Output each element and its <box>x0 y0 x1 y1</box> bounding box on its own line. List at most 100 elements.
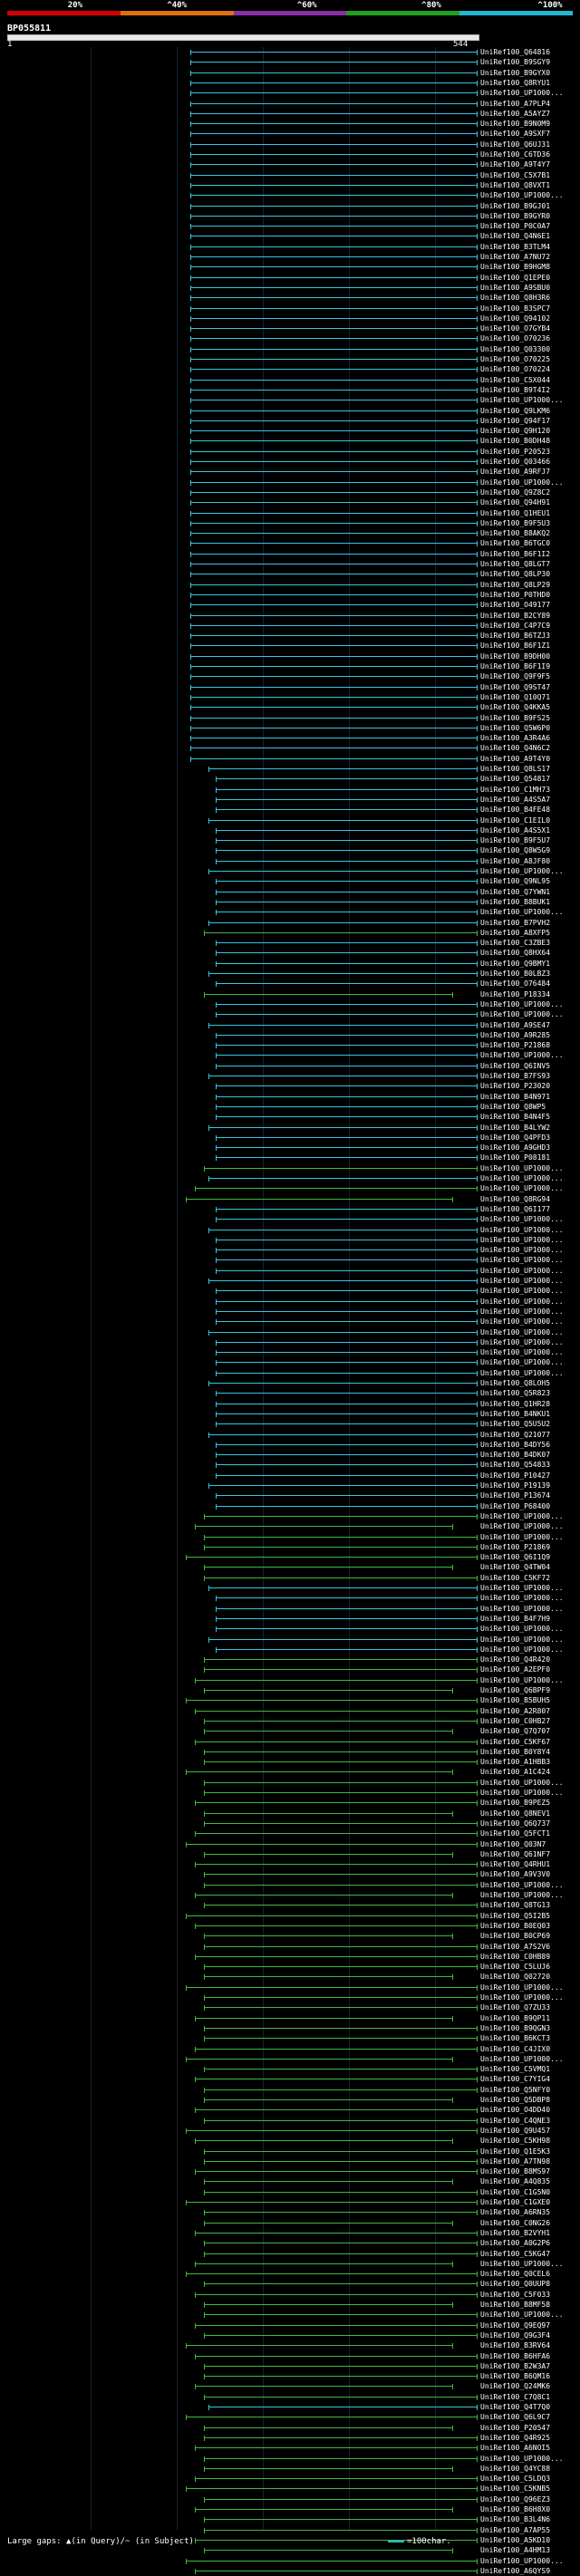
hit-row[interactable]: UniRef100_Q96EZ3 <box>0 2494 580 2504</box>
hit-label[interactable]: UniRef100_B9QP11 <box>480 2013 550 2023</box>
hit-row[interactable]: UniRef100_UP1000... <box>0 1307 580 1317</box>
hit-row[interactable]: UniRef100_UP1000... <box>0 190 580 200</box>
hit-label[interactable]: UniRef100_UP1000... <box>480 1307 564 1317</box>
hit-row[interactable]: UniRef100_C3ZBE3 <box>0 938 580 948</box>
hit-label[interactable]: UniRef100_A6RN35 <box>480 2207 550 2217</box>
hit-row[interactable]: UniRef100_B4N4F5 <box>0 1112 580 1122</box>
hit-row[interactable]: UniRef100_B0EQ03 <box>0 1921 580 1931</box>
hit-label[interactable]: UniRef100_UP1000... <box>480 1880 564 1890</box>
hit-label[interactable]: UniRef100_Q8H3R6 <box>480 293 550 303</box>
hit-label[interactable]: UniRef100_A4S5X1 <box>480 825 550 835</box>
hit-label[interactable]: UniRef100_C5KF72 <box>480 1573 550 1583</box>
hit-row[interactable]: UniRef100_UP1000... <box>0 1173 580 1183</box>
hit-row[interactable]: UniRef100_B6F1Z1 <box>0 641 580 651</box>
hit-row[interactable]: UniRef100_UP1000... <box>0 1645 580 1655</box>
hit-row[interactable]: UniRef100_A4Q835 <box>0 2176 580 2186</box>
hit-row[interactable]: UniRef100_Q9H120 <box>0 426 580 436</box>
hit-label[interactable]: UniRef100_Q03N7 <box>480 1839 546 1849</box>
hit-row[interactable]: UniRef100_Q94H91 <box>0 497 580 507</box>
hit-label[interactable]: UniRef100_P20523 <box>480 447 550 457</box>
hit-label[interactable]: UniRef100_A7S2V6 <box>480 1942 550 1952</box>
hit-row[interactable]: UniRef100_C1MH73 <box>0 785 580 795</box>
hit-label[interactable]: UniRef100_A7NU72 <box>480 252 550 262</box>
hit-row[interactable]: UniRef100_Q0CEL6 <box>0 2269 580 2279</box>
hit-row[interactable]: UniRef100_Q94F17 <box>0 416 580 426</box>
hit-row[interactable]: UniRef100_B2W3A7 <box>0 2361 580 2371</box>
hit-label[interactable]: UniRef100_B7PVH2 <box>480 918 550 928</box>
hit-row[interactable]: UniRef100_Q8LGT7 <box>0 559 580 569</box>
hit-row[interactable]: UniRef100_B8BUK1 <box>0 897 580 907</box>
hit-label[interactable]: UniRef100_Q0UUP8 <box>480 2279 550 2289</box>
hit-label[interactable]: UniRef100_O49177 <box>480 600 550 610</box>
hit-row[interactable]: UniRef100_Q5U5U2 <box>0 1419 580 1429</box>
hit-row[interactable]: UniRef100_A3R4A6 <box>0 733 580 743</box>
hit-row[interactable]: UniRef100_UP1000... <box>0 1675 580 1685</box>
hit-row[interactable]: UniRef100_Q6Q737 <box>0 1819 580 1828</box>
hit-row[interactable]: UniRef100_Q03300 <box>0 344 580 354</box>
hit-label[interactable]: UniRef100_Q94102 <box>480 314 550 323</box>
hit-row[interactable]: UniRef100_UP1000... <box>0 1327 580 1337</box>
hit-row[interactable]: UniRef100_UP1000... <box>0 1245 580 1255</box>
hit-label[interactable]: UniRef100_A9T4Y7 <box>480 159 550 169</box>
hit-label[interactable]: UniRef100_A9V3V0 <box>480 1869 550 1879</box>
hit-label[interactable]: UniRef100_C5KG47 <box>480 2249 550 2259</box>
hit-row[interactable]: UniRef100_B5BUH5 <box>0 1695 580 1705</box>
hit-label[interactable]: UniRef100_Q1E5K3 <box>480 2147 550 2156</box>
hit-row[interactable]: UniRef100_C1G5N0 <box>0 2187 580 2197</box>
hit-row[interactable]: UniRef100_P21868 <box>0 1040 580 1050</box>
hit-label[interactable]: UniRef100_B6KCT3 <box>480 2033 550 2043</box>
hit-label[interactable]: UniRef100_C5VMQ1 <box>480 2064 550 2074</box>
hit-label[interactable]: UniRef100_UP1000... <box>480 1593 564 1603</box>
hit-row[interactable]: UniRef100_UP1000... <box>0 1778 580 1788</box>
hit-row[interactable]: UniRef100_UP1000... <box>0 866 580 876</box>
hit-label[interactable]: UniRef100_O70236 <box>480 333 550 343</box>
hit-label[interactable]: UniRef100_Q5NFY0 <box>480 2085 550 2095</box>
hit-label[interactable]: UniRef100_A8XFP5 <box>480 928 550 938</box>
hit-row[interactable]: UniRef100_Q5I2B5 <box>0 1911 580 1921</box>
hit-label[interactable]: UniRef100_Q1EPE0 <box>480 273 550 283</box>
hit-row[interactable]: UniRef100_Q4TW04 <box>0 1562 580 1572</box>
hit-row[interactable]: UniRef100_Q6L9C7 <box>0 2412 580 2422</box>
hit-label[interactable]: UniRef100_UP1000... <box>480 866 564 876</box>
hit-row[interactable]: UniRef100_UP1000... <box>0 478 580 487</box>
hit-label[interactable]: UniRef100_A9R285 <box>480 1030 550 1040</box>
hit-row[interactable]: UniRef100_A7S2V6 <box>0 1942 580 1952</box>
hit-label[interactable]: UniRef100_P21868 <box>480 1040 550 1050</box>
hit-row[interactable]: UniRef100_A1C424 <box>0 1767 580 1777</box>
hit-row[interactable]: UniRef100_O4DD40 <box>0 2105 580 2115</box>
hit-row[interactable]: UniRef100_Q7ZU33 <box>0 2002 580 2012</box>
hit-label[interactable]: UniRef100_B9FS25 <box>480 713 550 723</box>
hit-row[interactable]: UniRef100_C0NG26 <box>0 2218 580 2228</box>
hit-label[interactable]: UniRef100_UP1000... <box>480 190 564 200</box>
hit-label[interactable]: UniRef100_C4JIX0 <box>480 2044 550 2054</box>
hit-label[interactable]: UniRef100_B0Y8Y4 <box>480 1747 550 1757</box>
hit-label[interactable]: UniRef100_Q96EZ3 <box>480 2494 550 2504</box>
hit-label[interactable]: UniRef100_C6TD36 <box>480 150 550 159</box>
hit-label[interactable]: UniRef100_B4DK07 <box>480 1450 550 1460</box>
hit-label[interactable]: UniRef100_O70225 <box>480 354 550 364</box>
hit-label[interactable]: UniRef100_P23020 <box>480 1081 550 1091</box>
hit-label[interactable]: UniRef100_UP1000... <box>480 1214 564 1224</box>
hit-label[interactable]: UniRef100_C4P7C9 <box>480 621 550 631</box>
hit-row[interactable]: UniRef100_B9N0M9 <box>0 119 580 129</box>
hit-row[interactable]: UniRef100_B6F1I2 <box>0 549 580 559</box>
hit-row[interactable]: UniRef100_O7GYB4 <box>0 323 580 333</box>
hit-row[interactable]: UniRef100_UP1000... <box>0 1235 580 1245</box>
hit-row[interactable]: UniRef100_UP1000... <box>0 1163 580 1173</box>
hit-row[interactable]: UniRef100_B4DY56 <box>0 1440 580 1450</box>
hit-label[interactable]: UniRef100_UP1000... <box>480 1173 564 1183</box>
hit-row[interactable]: UniRef100_B0LBZ3 <box>0 969 580 979</box>
hit-label[interactable]: UniRef100_UP1000... <box>480 1163 564 1173</box>
hit-label[interactable]: UniRef100_Q8LP29 <box>480 580 550 590</box>
hit-label[interactable]: UniRef100_Q8WP5 <box>480 1102 546 1112</box>
hit-label[interactable]: UniRef100_Q9H120 <box>480 426 550 436</box>
hit-row[interactable]: UniRef100_Q4R420 <box>0 1655 580 1664</box>
hit-label[interactable]: UniRef100_Q8HX64 <box>480 948 550 958</box>
hit-label[interactable]: UniRef100_A4S5A7 <box>480 795 550 805</box>
hit-row[interactable]: UniRef100_UP1000... <box>0 1266 580 1276</box>
hit-row[interactable]: UniRef100_C4JIX0 <box>0 2044 580 2054</box>
hit-label[interactable]: UniRef100_B6F1I2 <box>480 549 550 559</box>
hit-label[interactable]: UniRef100_Q4N6C2 <box>480 743 550 753</box>
hit-row[interactable]: UniRef100_C4P7C9 <box>0 621 580 631</box>
hit-row[interactable]: UniRef100_UP1000... <box>0 1317 580 1327</box>
